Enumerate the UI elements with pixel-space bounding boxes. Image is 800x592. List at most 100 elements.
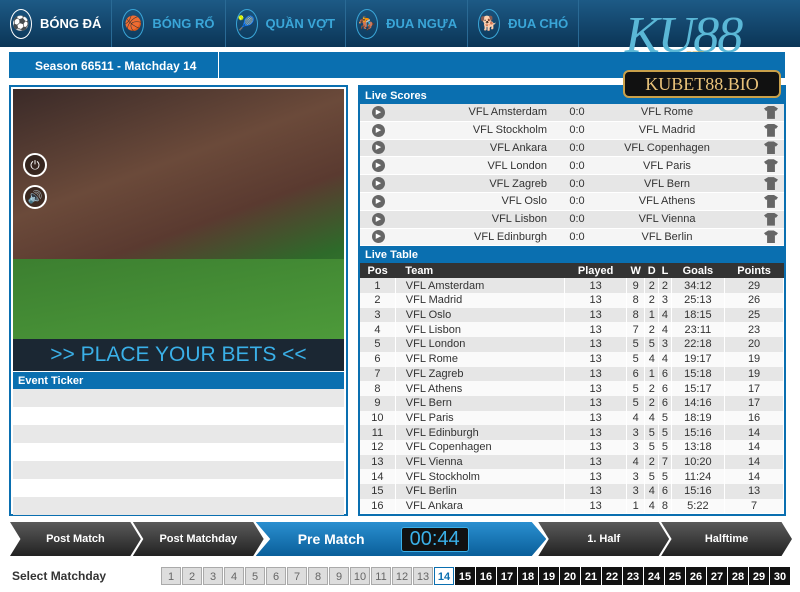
match-video[interactable]: ⏻ 🔊 xyxy=(13,89,344,339)
matchday-23[interactable]: 23 xyxy=(623,567,643,585)
table-cell: 5:22 xyxy=(671,498,726,514)
table-cell: 2 xyxy=(644,454,660,470)
matchday-14[interactable]: 14 xyxy=(434,567,454,585)
play-icon[interactable]: ▶ xyxy=(372,159,385,173)
table-cell: 13:18 xyxy=(671,439,726,455)
table-cell: VFL Edinburgh xyxy=(395,425,566,440)
matchday-18[interactable]: 18 xyxy=(518,567,538,585)
col-header[interactable]: D xyxy=(644,263,659,279)
score-row[interactable]: ▶ VFL Lisbon 0:0 VFL Vienna xyxy=(360,210,784,229)
phase-bar: Post Match Post Matchday Pre Match 00:44 1. … xyxy=(10,522,792,556)
volume-icon[interactable]: 🔊 xyxy=(23,185,47,209)
table-cell: 19:17 xyxy=(671,351,726,367)
play-icon[interactable]: ▶ xyxy=(372,105,385,119)
play-icon[interactable]: ▶ xyxy=(372,230,385,244)
matchday-17[interactable]: 17 xyxy=(497,567,517,585)
score-row[interactable]: ▶ VFL Oslo 0:0 VFL Athens xyxy=(360,192,784,211)
table-cell: 7 xyxy=(658,454,672,470)
ticker-row xyxy=(13,461,344,479)
home-team: VFL Lisbon xyxy=(491,213,547,226)
play-icon[interactable]: ▶ xyxy=(372,194,385,208)
col-header[interactable]: Pos xyxy=(360,263,396,279)
phase-1[interactable]: Post Matchday xyxy=(132,522,264,556)
play-icon[interactable]: ▶ xyxy=(372,123,385,137)
score-row[interactable]: ▶ VFL Ankara 0:0 VFL Copenhagen xyxy=(360,139,784,158)
col-header[interactable]: W xyxy=(626,263,645,279)
shirt-icon[interactable] xyxy=(764,105,778,119)
shirt-icon[interactable] xyxy=(764,177,778,191)
matchday-1[interactable]: 1 xyxy=(161,567,181,585)
shirt-icon[interactable] xyxy=(764,212,778,226)
matchday-10[interactable]: 10 xyxy=(350,567,370,585)
table-cell: 13 xyxy=(564,454,628,470)
table-cell: 19 xyxy=(724,366,784,382)
place-bets-banner[interactable]: >> PLACE YOUR BETS << xyxy=(13,339,344,371)
table-cell: 11:24 xyxy=(671,469,726,484)
scores-panel: Live Scores ▶ VFL Amsterdam 0:0 VFL Rome ▶ VF… xyxy=(358,85,786,516)
matchday-5[interactable]: 5 xyxy=(245,567,265,585)
col-header[interactable]: Played xyxy=(564,263,627,279)
play-icon[interactable]: ▶ xyxy=(372,177,385,191)
table-cell: 20 xyxy=(724,337,784,352)
table-cell: VFL Vienna xyxy=(395,454,566,470)
matchday-13[interactable]: 13 xyxy=(413,567,433,585)
matchday-12[interactable]: 12 xyxy=(392,567,412,585)
matchday-21[interactable]: 21 xyxy=(581,567,601,585)
power-icon[interactable]: ⏻ xyxy=(23,153,47,177)
matchday-15[interactable]: 15 xyxy=(455,567,475,585)
phase-label: Halftime xyxy=(704,533,749,545)
matchday-2[interactable]: 2 xyxy=(182,567,202,585)
matchday-8[interactable]: 8 xyxy=(308,567,328,585)
score-row[interactable]: ▶ VFL Stockholm 0:0 VFL Madrid xyxy=(360,121,784,140)
nav-item-3[interactable]: 🏇 ĐUA NGỰA xyxy=(346,0,469,47)
table-cell: 5 xyxy=(626,351,646,367)
col-header[interactable]: L xyxy=(658,263,672,279)
phase-2[interactable]: Pre Match 00:44 xyxy=(255,522,547,556)
matchday-4[interactable]: 4 xyxy=(224,567,244,585)
matchday-7[interactable]: 7 xyxy=(287,567,307,585)
nav-item-4[interactable]: 🐕 ĐUA CHÓ xyxy=(468,0,580,47)
score: 0:0 xyxy=(569,141,585,154)
matchday-20[interactable]: 20 xyxy=(560,567,580,585)
matchday-19[interactable]: 19 xyxy=(539,567,559,585)
table-cell: VFL Madrid xyxy=(395,293,566,308)
col-header[interactable]: Points xyxy=(724,263,784,279)
matchday-25[interactable]: 25 xyxy=(665,567,685,585)
matchday-16[interactable]: 16 xyxy=(476,567,496,585)
col-header[interactable]: Team xyxy=(395,263,565,279)
table-cell: VFL Lisbon xyxy=(395,322,566,338)
shirt-icon[interactable] xyxy=(764,230,778,244)
score-row[interactable]: ▶ VFL Zagreb 0:0 VFL Bern xyxy=(360,175,784,193)
score-row[interactable]: ▶ VFL London 0:0 VFL Paris xyxy=(360,157,784,176)
score-row[interactable]: ▶ VFL Amsterdam 0:0 VFL Rome xyxy=(360,104,784,122)
shirt-icon[interactable] xyxy=(764,159,778,173)
shirt-icon[interactable] xyxy=(764,194,778,208)
matchday-27[interactable]: 27 xyxy=(707,567,727,585)
table-cell: 10:20 xyxy=(671,454,726,470)
phase-4[interactable]: Halftime xyxy=(661,522,792,556)
matchday-22[interactable]: 22 xyxy=(602,567,622,585)
table-cell: VFL Amsterdam xyxy=(395,278,566,294)
phase-3[interactable]: 1. Half xyxy=(538,522,670,556)
table-cell: 1 xyxy=(644,307,660,323)
matchday-30[interactable]: 30 xyxy=(770,567,790,585)
nav-item-1[interactable]: 🏀 BÓNG RỔ xyxy=(112,0,226,47)
col-header[interactable]: Goals xyxy=(671,263,725,279)
matchday-24[interactable]: 24 xyxy=(644,567,664,585)
matchday-28[interactable]: 28 xyxy=(728,567,748,585)
matchday-9[interactable]: 9 xyxy=(329,567,349,585)
matchday-11[interactable]: 11 xyxy=(371,567,391,585)
matchday-29[interactable]: 29 xyxy=(749,567,769,585)
shirt-icon[interactable] xyxy=(764,123,778,137)
shirt-icon[interactable] xyxy=(764,141,778,155)
phase-0[interactable]: Post Match xyxy=(10,522,141,556)
matchday-3[interactable]: 3 xyxy=(203,567,223,585)
matchday-6[interactable]: 6 xyxy=(266,567,286,585)
matchday-26[interactable]: 26 xyxy=(686,567,706,585)
play-icon[interactable]: ▶ xyxy=(372,141,385,155)
play-icon[interactable]: ▶ xyxy=(372,212,385,226)
table-row: 5 VFL London 13 5 5 3 22:18 20 xyxy=(360,337,784,352)
nav-item-0[interactable]: ⚽ BÓNG ĐÁ xyxy=(0,0,113,47)
nav-item-2[interactable]: 🎾 QUẦN VỢT xyxy=(226,0,347,47)
score-row[interactable]: ▶ VFL Edinburgh 0:0 VFL Berlin xyxy=(360,228,784,247)
